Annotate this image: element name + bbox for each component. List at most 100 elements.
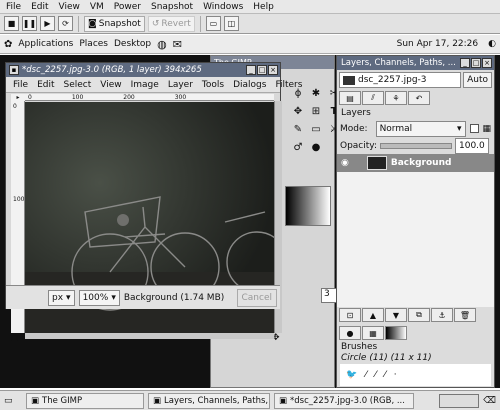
image-menu-image[interactable]: Image	[131, 80, 159, 90]
menu-view[interactable]: View	[59, 2, 80, 12]
places-menu[interactable]: Places	[79, 39, 108, 49]
menu-file[interactable]: File	[6, 2, 21, 12]
revert-icon: ↺	[151, 18, 160, 29]
patterns-tab-icon[interactable]: ▦	[362, 326, 384, 340]
lower-layer-icon[interactable]: ▼	[385, 308, 407, 322]
quick-mask-icon[interactable]: ▣	[11, 333, 21, 343]
undo-tab-icon[interactable]: ↶	[408, 91, 430, 105]
auto-label: Auto	[467, 75, 488, 85]
move-tool-icon[interactable]: ✥	[291, 104, 305, 118]
stop-icon[interactable]: ■	[4, 16, 19, 31]
minimize-icon[interactable]: _	[460, 58, 470, 68]
menu-arrow-icon[interactable]: ▸	[11, 94, 25, 101]
mode-select[interactable]: Normal ▾	[375, 120, 466, 137]
image-menu-dialogs[interactable]: Dialogs	[233, 80, 266, 90]
eye-icon[interactable]: ◉	[341, 158, 349, 168]
gradients-tab-icon[interactable]	[385, 326, 407, 340]
reset-icon[interactable]: ⟳	[58, 16, 73, 31]
image-menu-tools[interactable]: Tools	[202, 80, 224, 90]
layers-dock-window: Layers, Channels, Paths, ... _ □ × dsc_2…	[336, 55, 495, 388]
menu-snapshot[interactable]: Snapshot	[151, 2, 193, 12]
gnome-foot-icon[interactable]: ✿	[4, 39, 12, 50]
task-gimp-toolbox[interactable]: ▣ The GIMP	[26, 392, 144, 409]
show-desktop-icon[interactable]: ▭	[4, 396, 22, 406]
cancel-button[interactable]: Cancel	[236, 288, 277, 307]
mail-icon[interactable]: ✉	[173, 38, 182, 51]
gnome-top-panel: ✿ Applications Places Desktop ◍ ✉ Sun Ap…	[0, 35, 500, 54]
opacity-slider[interactable]	[380, 142, 452, 149]
channels-tab-icon[interactable]: ⫽	[362, 91, 384, 105]
menu-power[interactable]: Power	[114, 2, 141, 12]
layers-tab-icon[interactable]: ▤	[339, 91, 361, 105]
eraser-tool-icon[interactable]: ▭	[309, 122, 323, 136]
image-menu-filters[interactable]: Filters	[275, 80, 302, 90]
paths-tab-icon[interactable]: ⚘	[385, 91, 407, 105]
panel-clock[interactable]: Sun Apr 17, 22:26	[397, 39, 479, 49]
layer-row-background[interactable]: ◉ Background	[337, 154, 494, 172]
menu-windows[interactable]: Windows	[203, 2, 243, 12]
volume-icon[interactable]: ◐	[488, 39, 496, 49]
horizontal-ruler[interactable]: 0 100 200 300	[25, 94, 274, 101]
fullscreen-icon[interactable]: ▭	[205, 16, 221, 31]
gimp-icon: ▣	[31, 395, 40, 406]
unit-select[interactable]: px ▾	[48, 289, 75, 306]
dock-titlebar[interactable]: Layers, Channels, Paths, ... _ □ ×	[337, 56, 494, 70]
brushes-tab-icon[interactable]: ●	[339, 326, 361, 340]
close-icon[interactable]: ×	[268, 65, 278, 75]
scale-tool-icon[interactable]: ⊞	[309, 104, 323, 118]
image-status-text: Background (1.74 MB)	[123, 292, 225, 303]
image-menu-view[interactable]: View	[100, 80, 121, 90]
task-label: *dsc_2257.jpg-3.0 (RGB, ...	[290, 395, 405, 406]
minimize-icon[interactable]: _	[246, 65, 256, 75]
image-menu-file[interactable]: File	[13, 80, 28, 90]
maximize-icon[interactable]: □	[257, 65, 267, 75]
image-menu-select[interactable]: Select	[64, 80, 92, 90]
layer-thumbnail	[366, 156, 387, 170]
snapshot-button[interactable]: ◙ Snapshot	[84, 15, 145, 32]
duplicate-layer-icon[interactable]: ⧉	[408, 308, 430, 322]
pencil-tool-icon[interactable]: ✎	[291, 122, 305, 136]
task-image-window[interactable]: ▣ *dsc_2257.jpg-3.0 (RGB, ...	[274, 392, 414, 409]
quick-switch-icon[interactable]: ◫	[223, 16, 239, 31]
menu-vm[interactable]: VM	[90, 2, 104, 12]
close-icon[interactable]: ×	[482, 58, 492, 68]
applications-menu[interactable]: Applications	[18, 39, 73, 49]
brush-name: Circle (11) (11 x 11)	[341, 353, 432, 363]
maximize-icon[interactable]: □	[471, 58, 481, 68]
pause-icon[interactable]: ❚❚	[22, 16, 37, 31]
anchor-layer-icon[interactable]: ⚓	[431, 308, 453, 322]
brush-grid[interactable]: 🐦 ⁄ ⁄ ⁄ ·	[340, 364, 491, 386]
auto-button[interactable]: Auto	[463, 72, 492, 88]
vmware-menu-bar: File Edit View VM Power Snapshot Windows…	[0, 0, 500, 14]
ruler-tick: 200	[123, 94, 135, 101]
image-window-titlebar[interactable]: ▪ *dsc_2257.jpg-3.0 (RGB, 1 layer) 394x2…	[6, 63, 280, 77]
dodge-tool-icon[interactable]: ●	[309, 140, 323, 154]
revert-button[interactable]: ↺ Revert	[147, 15, 195, 32]
image-select[interactable]: dsc_2257.jpg-3	[339, 72, 462, 88]
horizontal-scrollbar[interactable]	[25, 333, 274, 339]
browser-icon[interactable]: ◍	[157, 38, 167, 51]
image-menu-edit[interactable]: Edit	[37, 80, 54, 90]
new-layer-icon[interactable]: ⊡	[339, 308, 361, 322]
smudge-tool-icon[interactable]: ♂	[291, 140, 305, 154]
menu-help[interactable]: Help	[253, 2, 274, 12]
task-layers-dock[interactable]: ▣ Layers, Channels, Paths, ...	[148, 392, 270, 409]
image-select-value: dsc_2257.jpg-3	[358, 75, 427, 85]
trash-icon[interactable]: ⌫	[483, 396, 496, 406]
desktop-menu[interactable]: Desktop	[114, 39, 151, 49]
workspace-switcher[interactable]	[439, 393, 480, 408]
image-menu-layer[interactable]: Layer	[168, 80, 193, 90]
zoom-select[interactable]: 100% ▾	[78, 289, 120, 306]
window-menu-icon[interactable]: ▪	[9, 65, 19, 75]
opacity-spinner[interactable]: 100.0	[455, 137, 489, 154]
keep-transparency-checkbox[interactable]	[469, 124, 479, 133]
wand-tool-icon[interactable]: ✱	[309, 86, 323, 100]
zoom-value: 100%	[82, 292, 109, 303]
brush-preview-icon: ⁄	[374, 370, 377, 380]
gradient-preview[interactable]	[285, 186, 331, 226]
raise-layer-icon[interactable]: ▲	[362, 308, 384, 322]
menu-edit[interactable]: Edit	[31, 2, 48, 12]
ruler-tick: 300	[174, 94, 187, 101]
play-icon[interactable]: ▶	[40, 16, 55, 31]
delete-layer-icon[interactable]: 🗑	[454, 308, 476, 322]
